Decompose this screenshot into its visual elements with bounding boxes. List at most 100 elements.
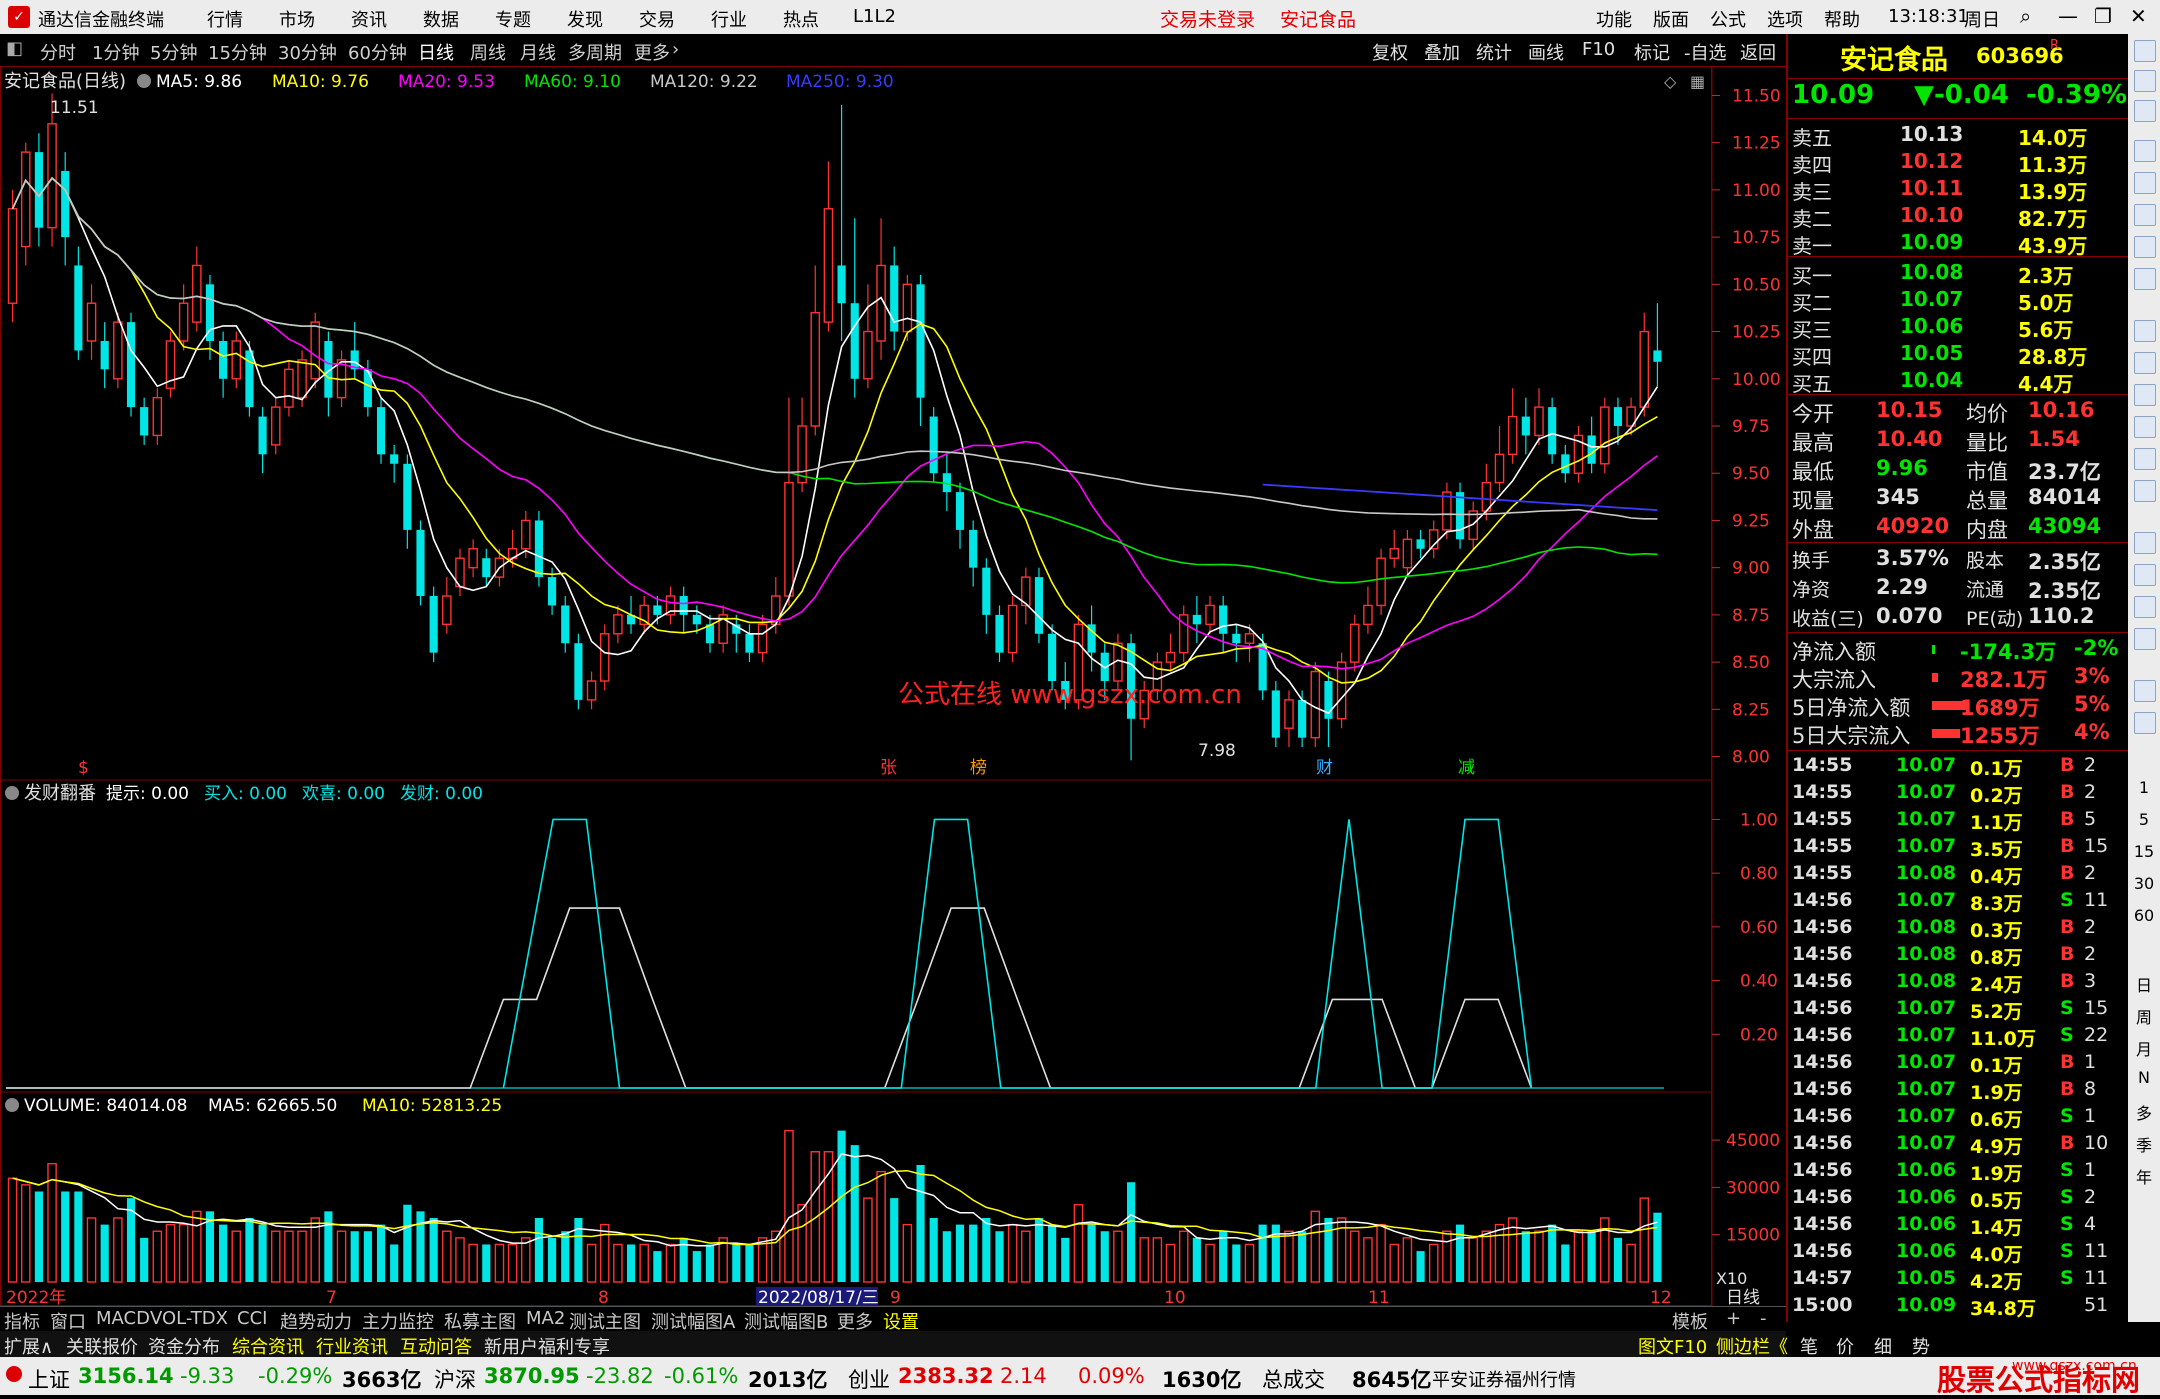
arrow-down-icon[interactable] xyxy=(2134,100,2156,122)
chart-icon[interactable] xyxy=(2134,416,2156,438)
side-period-7[interactable]: 月 xyxy=(2128,1036,2160,1060)
side-period-8[interactable]: N xyxy=(2128,1068,2160,1087)
period-icon[interactable] xyxy=(2134,712,2156,734)
period-fenshi[interactable]: 分时 xyxy=(40,39,76,65)
menu-bangzhu[interactable]: 帮助 xyxy=(1824,6,1860,32)
info-tab-1[interactable]: 关联报价 xyxy=(66,1333,138,1359)
list-icon[interactable] xyxy=(2134,268,2156,290)
period-daily[interactable]: 日线 xyxy=(418,39,454,65)
info-tab-4[interactable]: 行业资讯 xyxy=(316,1333,388,1359)
trade-tick-row[interactable]: 14:56 10.08 2.4万 B 3 xyxy=(1792,970,2126,997)
tool-huaxian[interactable]: 画线 xyxy=(1528,39,1564,65)
stat-row[interactable]: 最高 10.40 量比 1.54 xyxy=(1792,427,2126,455)
menu-gongshi[interactable]: 公式 xyxy=(1710,6,1746,32)
info-tab-0[interactable]: 扩展∧ xyxy=(4,1333,53,1359)
doc-icon[interactable] xyxy=(2134,384,2156,406)
indicator-tab-2[interactable]: MACD xyxy=(96,1308,150,1329)
trend-icon[interactable] xyxy=(2134,204,2156,226)
tool-fanhui[interactable]: 返回 xyxy=(1740,39,1776,65)
menu-zixun[interactable]: 资讯 xyxy=(351,6,387,32)
menu-xuanxiang[interactable]: 选项 xyxy=(1767,6,1803,32)
trade-tick-row[interactable]: 14:56 10.07 0.6万 S 1 xyxy=(1792,1105,2126,1132)
calc-icon[interactable] xyxy=(2134,448,2156,470)
stat-row[interactable]: 最低 9.96 市值 23.7亿 xyxy=(1792,456,2126,484)
fs-icon[interactable] xyxy=(2134,680,2156,702)
menu-hangqing[interactable]: 行情 xyxy=(207,6,243,32)
index-name[interactable]: 创业 xyxy=(848,1364,890,1394)
period-5min[interactable]: 5分钟 xyxy=(150,39,197,65)
restore-icon[interactable]: ❐ xyxy=(2094,4,2112,28)
menu-shichang[interactable]: 市场 xyxy=(279,6,315,32)
event-mark[interactable]: 张 xyxy=(880,758,897,778)
side-period-9[interactable]: 多 xyxy=(2128,1100,2160,1124)
stat-row[interactable]: 净资 2.29 流通 2.35亿 xyxy=(1792,575,2126,603)
period-15min[interactable]: 15分钟 xyxy=(208,39,267,65)
trade-tick-row[interactable]: 14:55 10.07 3.5万 B 15 xyxy=(1792,835,2126,862)
trade-tick-row[interactable]: 14:56 10.07 5.2万 S 15 xyxy=(1792,997,2126,1024)
menu-l1l2[interactable]: L1L2 xyxy=(853,6,896,27)
trade-tick-row[interactable]: 14:56 10.07 4.9万 B 10 xyxy=(1792,1132,2126,1159)
bid-row[interactable]: 买三 10.06 5.6万 xyxy=(1792,314,2126,342)
menu-shuju[interactable]: 数据 xyxy=(423,6,459,32)
menu-hangye[interactable]: 行业 xyxy=(711,6,747,32)
chevron-right-icon[interactable]: › xyxy=(672,39,679,60)
flow-row[interactable]: 5日大宗流入 1255万 4% xyxy=(1792,720,2126,748)
trade-tick-row[interactable]: 14:56 10.08 0.3万 B 2 xyxy=(1792,916,2126,943)
grid-toggle-icon[interactable]: ▦ xyxy=(1690,72,1705,91)
indicator-tab-4[interactable]: CCI xyxy=(237,1308,267,1329)
ask-row[interactable]: 卖一 10.09 43.9万 xyxy=(1792,230,2126,258)
index-name[interactable]: 沪深 xyxy=(434,1364,476,1394)
diamond-icon[interactable]: ◇ xyxy=(1664,72,1677,91)
menu-jiaoyi[interactable]: 交易 xyxy=(639,6,675,32)
period-1min[interactable]: 1分钟 xyxy=(92,39,139,65)
side-period-5[interactable]: 日 xyxy=(2128,972,2160,996)
trade-tick-row[interactable]: 14:56 10.07 0.1万 B 1 xyxy=(1792,1051,2126,1078)
index-name[interactable]: 上证 xyxy=(28,1364,70,1394)
ask-row[interactable]: 卖四 10.12 11.3万 xyxy=(1792,149,2126,177)
side-period-0[interactable]: 1 xyxy=(2128,778,2160,797)
menu-faxian[interactable]: 发现 xyxy=(567,6,603,32)
trade-tick-row[interactable]: 14:55 10.07 0.1万 B 2 xyxy=(1792,754,2126,781)
bid-row[interactable]: 买四 10.05 28.8万 xyxy=(1792,341,2126,369)
period-60min[interactable]: 60分钟 xyxy=(348,39,407,65)
event-mark[interactable]: 财 xyxy=(1316,758,1333,778)
indicator-settings-icon[interactable] xyxy=(5,786,19,800)
tool-fuquan[interactable]: 复权 xyxy=(1372,39,1408,65)
period-30min[interactable]: 30分钟 xyxy=(278,39,337,65)
info-icon[interactable] xyxy=(2134,140,2156,162)
event-mark[interactable]: 榜 xyxy=(970,758,987,778)
panel-tab-1[interactable]: 侧边栏《 xyxy=(1716,1333,1788,1359)
side-period-2[interactable]: 15 xyxy=(2128,842,2160,861)
tool-biaoji[interactable]: 标记 xyxy=(1634,39,1670,65)
panel-tab-0[interactable]: 图文F10 xyxy=(1638,1333,1707,1359)
trade-tick-row[interactable]: 14:57 10.05 4.2万 S 11 xyxy=(1792,1267,2126,1294)
menu-banmian[interactable]: 版面 xyxy=(1653,6,1689,32)
side-period-1[interactable]: 5 xyxy=(2128,810,2160,829)
flow-row[interactable]: 净流入额 -174.3万 -2% xyxy=(1792,636,2126,664)
indicator-tab-3[interactable]: VOL-TDX xyxy=(150,1308,228,1329)
trade-tick-row[interactable]: 14:56 10.07 11.0万 S 22 xyxy=(1792,1024,2126,1051)
panel-tab-3[interactable]: 价 xyxy=(1836,1333,1854,1359)
flow-row[interactable]: 5日净流入额 1689万 5% xyxy=(1792,692,2126,720)
minimize-icon[interactable]: — xyxy=(2058,4,2078,28)
trade-login-notice[interactable]: 交易未登录 xyxy=(1160,5,1255,32)
template-btn-1[interactable]: + xyxy=(1726,1308,1741,1329)
menu-gongneng[interactable]: 功能 xyxy=(1596,6,1632,32)
tool-tongji[interactable]: 统计 xyxy=(1476,39,1512,65)
star-icon[interactable] xyxy=(2134,40,2156,62)
trade-tick-row[interactable]: 14:56 10.08 0.8万 B 2 xyxy=(1792,943,2126,970)
bid-row[interactable]: 买一 10.08 2.3万 xyxy=(1792,260,2126,288)
side-period-4[interactable]: 60 xyxy=(2128,906,2160,925)
volume-settings-icon[interactable] xyxy=(5,1098,19,1112)
panel-tab-2[interactable]: 笔 xyxy=(1800,1333,1818,1359)
trade-tick-row[interactable]: 14:56 10.06 1.9万 S 1 xyxy=(1792,1159,2126,1186)
ask-row[interactable]: 卖五 10.13 14.0万 xyxy=(1792,122,2126,150)
menu-zhuanti[interactable]: 专题 xyxy=(495,6,531,32)
kline-icon[interactable] xyxy=(2134,236,2156,258)
trade-tick-row[interactable]: 14:56 10.07 1.9万 B 8 xyxy=(1792,1078,2126,1105)
trade-tick-row[interactable]: 14:55 10.07 0.2万 B 2 xyxy=(1792,781,2126,808)
template-btn-2[interactable]: - xyxy=(1760,1308,1767,1329)
f10-icon[interactable] xyxy=(2134,320,2156,342)
ask-row[interactable]: 卖三 10.11 13.9万 xyxy=(1792,176,2126,204)
close-icon[interactable]: ✕ xyxy=(2130,4,2147,28)
